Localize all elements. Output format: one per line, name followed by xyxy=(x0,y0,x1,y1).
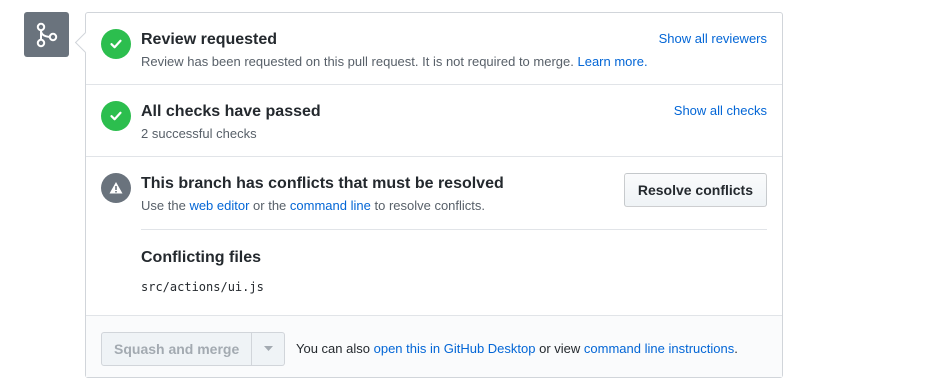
review-title: Review requested xyxy=(141,31,278,48)
review-description-text: Review has been requested on this pull r… xyxy=(141,54,574,69)
alert-icon xyxy=(101,173,131,203)
web-editor-link[interactable]: web editor xyxy=(189,198,249,213)
merge-text-suffix: . xyxy=(734,341,738,356)
merge-button-group: Squash and merge xyxy=(101,332,286,366)
review-section: Review requested Review has been request… xyxy=(86,13,782,85)
check-icon xyxy=(101,101,131,131)
command-line-instructions-link[interactable]: command line instructions xyxy=(584,341,734,356)
squash-and-merge-button[interactable]: Squash and merge xyxy=(101,332,253,366)
conflicts-title: This branch has conflicts that must be r… xyxy=(141,175,504,192)
merge-alternatives-text: You can also open this in GitHub Desktop… xyxy=(296,341,738,356)
show-all-reviewers-link[interactable]: Show all reviewers xyxy=(659,31,767,46)
git-merge-icon xyxy=(24,12,69,57)
conflicts-desc-middle: or the xyxy=(253,198,287,213)
open-in-desktop-link[interactable]: open this in GitHub Desktop xyxy=(374,341,536,356)
resolve-conflicts-button[interactable]: Resolve conflicts xyxy=(623,173,767,207)
merge-footer: Squash and merge You can also open this … xyxy=(86,315,782,377)
learn-more-link[interactable]: Learn more. xyxy=(577,54,647,69)
merge-text-prefix: You can also xyxy=(296,341,370,356)
merge-status-box: Review requested Review has been request… xyxy=(74,12,783,378)
check-icon xyxy=(101,29,131,59)
checks-section: All checks have passed 2 successful chec… xyxy=(86,85,782,157)
command-line-link[interactable]: command line xyxy=(290,198,371,213)
conflicts-desc-prefix: Use the xyxy=(141,198,186,213)
merge-text-middle: or view xyxy=(539,341,581,356)
section-divider xyxy=(141,229,767,230)
conflicting-files-title: Conflicting files xyxy=(141,249,261,266)
conflicts-section: This branch has conflicts that must be r… xyxy=(86,157,782,315)
conflicts-description: Use the web editor or the command line t… xyxy=(141,198,485,213)
merge-method-dropdown[interactable] xyxy=(252,332,286,366)
conflicts-desc-suffix: to resolve conflicts. xyxy=(374,198,486,213)
checks-title: All checks have passed xyxy=(141,103,321,120)
triangle-down-icon xyxy=(263,346,273,351)
conflicting-file-path: src/actions/ui.js xyxy=(141,280,264,294)
checks-description: 2 successful checks xyxy=(141,126,257,141)
review-description: Review has been requested on this pull r… xyxy=(141,54,648,69)
show-all-checks-link[interactable]: Show all checks xyxy=(674,103,767,118)
